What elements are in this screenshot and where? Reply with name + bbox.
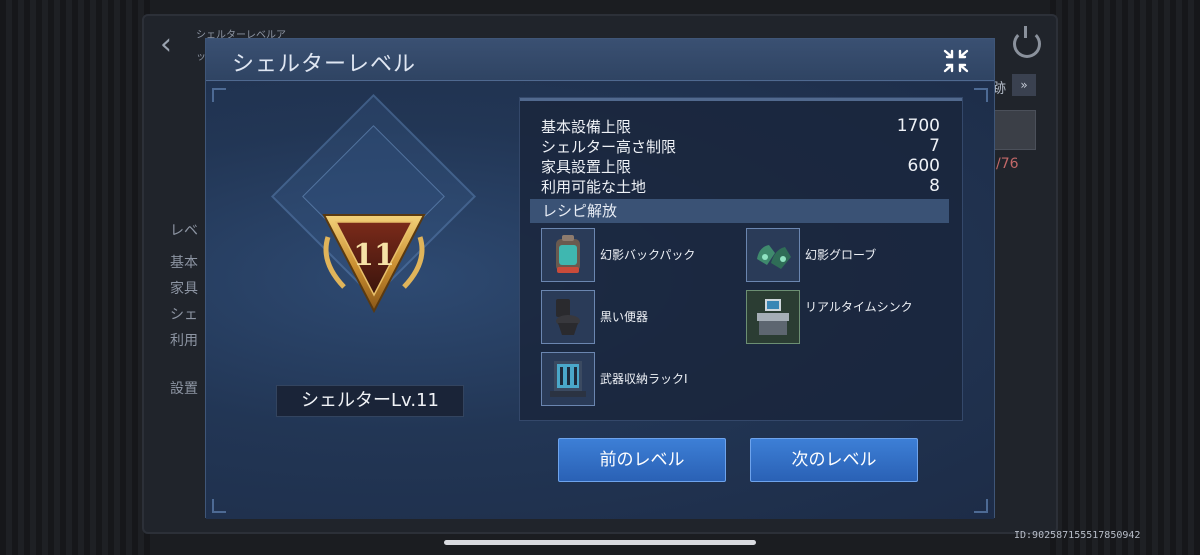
recipe-unlock-header: レシピ解放 xyxy=(530,199,949,223)
stat-row: シェルター高さ制限 7 xyxy=(520,136,950,156)
stat-value: 600 xyxy=(907,156,940,176)
corner-decoration xyxy=(212,499,226,513)
sink-terminal-icon xyxy=(746,290,800,344)
badge-number: 11 xyxy=(353,238,395,273)
background-left-label: 利用 xyxy=(170,333,198,349)
toilet-icon xyxy=(541,290,595,344)
stat-label: シェルター高さ制限 xyxy=(541,138,677,156)
background-left-wall xyxy=(0,0,150,555)
recipe-item[interactable]: 幻影バックパック xyxy=(541,228,731,284)
recipe-label: 武器収納ラックI xyxy=(600,372,688,386)
recipe-item[interactable]: リアルタイムシンク xyxy=(746,290,946,346)
recipe-label: 幻影バックパック xyxy=(600,248,696,262)
recipe-label: 幻影グローブ xyxy=(805,248,877,262)
background-left-label: シェ xyxy=(170,307,198,323)
weapon-rack-icon xyxy=(541,352,595,406)
recipe-item[interactable]: 幻影グローブ xyxy=(746,228,936,284)
background-left-label: 家具 xyxy=(170,281,198,297)
device-id-text: ID:902587155517850942 xyxy=(1014,530,1141,541)
shelter-level-dialog: シェルターレベル 11 シェルターLv.11 基本設備上限 1700 シェルター… xyxy=(205,38,995,519)
glove-icon xyxy=(746,228,800,282)
background-left-label: レベ xyxy=(170,223,198,239)
stat-row: 基本設備上限 1700 xyxy=(520,116,950,136)
double-chevron-right-icon[interactable]: » xyxy=(1012,74,1036,96)
background-item-thumbnail xyxy=(994,110,1036,150)
power-icon[interactable] xyxy=(1013,26,1041,58)
collapse-arrows-icon xyxy=(943,49,969,73)
stat-value: 1700 xyxy=(896,116,940,136)
background-left-label: 設置 xyxy=(170,381,198,397)
level-info-panel: 基本設備上限 1700 シェルター高さ制限 7 家具設置上限 600 利用可能な… xyxy=(519,97,963,421)
corner-decoration xyxy=(974,88,988,102)
stat-value: 8 xyxy=(929,176,940,196)
panel-top-line xyxy=(520,98,962,101)
recipe-item[interactable]: 黒い便器 xyxy=(541,290,731,346)
next-level-button[interactable]: 次のレベル xyxy=(750,438,918,482)
close-button[interactable] xyxy=(941,47,971,75)
corner-decoration xyxy=(212,88,226,102)
stat-row: 利用可能な土地 8 xyxy=(520,176,950,196)
recipe-item[interactable]: 武器収納ラックI xyxy=(541,352,731,408)
back-arrow-icon[interactable]: ‹ xyxy=(160,30,190,60)
corner-decoration xyxy=(974,499,988,513)
shelter-level-badge-icon: 11 xyxy=(322,214,426,314)
dialog-header: シェルターレベル xyxy=(206,39,994,81)
stat-label: 基本設備上限 xyxy=(541,118,632,136)
stat-label: 家具設置上限 xyxy=(541,158,632,176)
previous-level-button[interactable]: 前のレベル xyxy=(558,438,726,482)
background-right-wall xyxy=(1050,0,1200,555)
backpack-icon xyxy=(541,228,595,282)
stat-row: 家具設置上限 600 xyxy=(520,156,950,176)
background-item-count: /76 xyxy=(996,156,1019,172)
shelter-level-label: シェルターLv.11 xyxy=(276,385,464,417)
recipe-label: リアルタイムシンク xyxy=(805,300,913,314)
home-indicator-bar[interactable] xyxy=(444,540,756,545)
stat-value: 7 xyxy=(929,136,940,156)
background-left-label: 基本 xyxy=(170,255,198,271)
stat-label: 利用可能な土地 xyxy=(541,178,647,196)
recipe-label: 黒い便器 xyxy=(600,310,649,324)
dialog-title: シェルターレベル xyxy=(232,52,417,77)
